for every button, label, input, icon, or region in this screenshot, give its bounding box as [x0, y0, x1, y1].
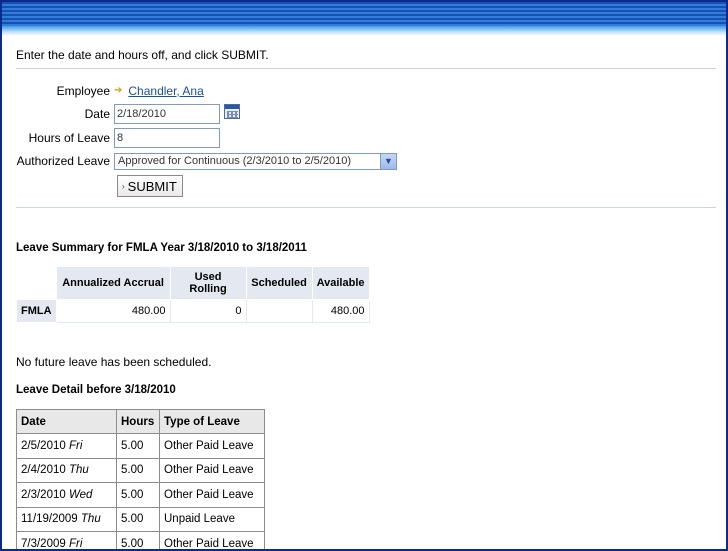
date-value: 11/19/2009: [21, 513, 78, 526]
date-label: Date: [84, 107, 110, 122]
day-value: Wed: [68, 488, 93, 501]
main-content: Enter the date and hours off, and click …: [16, 48, 716, 550]
no-future-leave-text: No future leave has been scheduled.: [16, 355, 212, 369]
summary-header: Scheduled: [245, 266, 313, 300]
submit-label: SUBMIT: [127, 178, 177, 194]
leave-form: Employee ➔ Chandler, Ana Date Hours of L…: [16, 79, 716, 197]
type-cell: Other Paid Leave: [159, 531, 265, 549]
chevron-right-icon: ›: [122, 181, 125, 191]
summary-header: Available: [311, 266, 370, 300]
table-row: 7/3/2009 Fri 5.00 Other Paid Leave: [16, 531, 265, 550]
hours-input[interactable]: [114, 127, 220, 148]
chevron-down-icon[interactable]: ▼: [380, 153, 396, 169]
type-cell: Other Paid Leave: [159, 457, 265, 483]
summary-cell: 480.00: [55, 299, 171, 323]
summary-row-label: FMLA: [16, 299, 57, 323]
date-value: 2/4/2010: [21, 464, 66, 477]
divider: [16, 207, 716, 208]
summary-cell: [245, 299, 313, 323]
employee-label: Employee: [56, 83, 110, 98]
calendar-icon[interactable]: [224, 103, 240, 119]
hours-cell: 5.00: [116, 457, 160, 483]
date-cell: 7/3/2009 Fri: [16, 531, 117, 550]
authorized-leave-select[interactable]: Approved for Continuous (2/3/2010 to 2/5…: [114, 152, 397, 170]
table-row: 2/5/2010 Fri 5.00 Other Paid Leave: [16, 433, 265, 459]
detail-header: Date: [16, 409, 117, 434]
date-row: Date: [16, 103, 716, 127]
type-cell: Unpaid Leave: [159, 506, 265, 532]
summary-title: Leave Summary for FMLA Year 3/18/2010 to…: [16, 242, 307, 254]
table-row: 2/4/2010 Thu 5.00 Other Paid Leave: [16, 457, 265, 483]
day-value: Thu: [68, 464, 89, 477]
submit-button[interactable]: › SUBMIT: [117, 175, 183, 197]
summary-corner: [16, 266, 57, 300]
type-cell: Other Paid Leave: [159, 482, 265, 508]
date-cell: 2/4/2010 Thu: [16, 457, 117, 483]
divider: [16, 68, 716, 69]
table-row: 11/19/2009 Thu 5.00 Unpaid Leave: [16, 506, 265, 532]
day-value: Fri: [68, 439, 83, 452]
date-input[interactable]: [114, 104, 220, 125]
authorized-row: Authorized Leave Approved for Continuous…: [16, 150, 716, 174]
window-frame: Enter the date and hours off, and click …: [0, 0, 728, 551]
detail-header: Hours: [116, 409, 160, 434]
date-cell: 2/3/2010 Wed: [16, 482, 117, 508]
authorized-label: Authorized Leave: [16, 154, 110, 169]
summary-header: Used Rolling: [169, 266, 247, 300]
employee-row: Employee ➔ Chandler, Ana: [16, 79, 716, 103]
day-value: Thu: [80, 513, 101, 526]
hours-cell: 5.00: [116, 506, 160, 532]
date-value: 2/3/2010: [21, 488, 66, 501]
date-cell: 11/19/2009 Thu: [16, 506, 117, 532]
type-cell: Other Paid Leave: [159, 433, 265, 459]
detail-title: Leave Detail before 3/18/2010: [16, 384, 176, 396]
date-value: 2/5/2010: [21, 439, 66, 452]
header-banner: [2, 2, 726, 36]
authorized-leave-value: Approved for Continuous (2/3/2010 to 2/5…: [118, 155, 351, 168]
leave-summary-table: Annualized Accrual Used Rolling Schedule…: [16, 266, 370, 323]
hours-cell: 5.00: [116, 433, 160, 459]
summary-header: Annualized Accrual: [55, 266, 171, 300]
date-cell: 2/5/2010 Fri: [16, 433, 117, 459]
hours-cell: 5.00: [116, 531, 160, 549]
table-row: 2/3/2010 Wed 5.00 Other Paid Leave: [16, 482, 265, 508]
arrow-right-icon: ➔: [114, 85, 123, 97]
summary-cell: 0: [169, 299, 247, 323]
hours-label: Hours of Leave: [28, 130, 110, 145]
date-value: 7/3/2009: [21, 537, 66, 550]
day-value: Fri: [68, 537, 83, 550]
hours-cell: 5.00: [116, 482, 160, 508]
summary-row: FMLA 480.00 0 480.00: [16, 299, 370, 323]
hours-row: Hours of Leave: [16, 126, 716, 150]
detail-header: Type of Leave: [159, 409, 265, 434]
instructions-text: Enter the date and hours off, and click …: [16, 48, 269, 62]
leave-detail-table: Date Hours Type of Leave 2/5/2010 Fri 5.0…: [16, 409, 265, 550]
employee-link[interactable]: Chandler, Ana: [128, 84, 203, 98]
summary-cell: 480.00: [311, 299, 370, 323]
